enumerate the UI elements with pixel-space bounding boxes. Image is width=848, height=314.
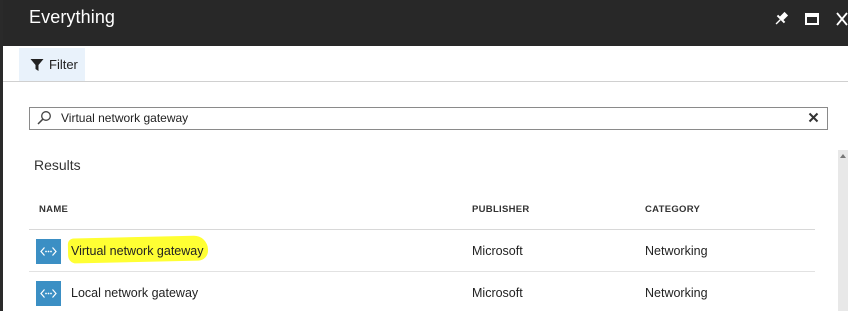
table-row-local-network-gateway[interactable]: Local network gateway Microsoft Networki… <box>29 272 815 314</box>
results-heading: Results <box>34 157 81 173</box>
blade-title: Everything <box>29 7 116 27</box>
filter-button[interactable]: Filter <box>19 48 85 81</box>
search-box <box>29 107 828 130</box>
row-category: Networking <box>645 286 708 300</box>
maximize-icon[interactable] <box>802 9 822 29</box>
row-publisher: Microsoft <box>472 286 523 300</box>
search-input[interactable] <box>61 109 801 127</box>
table-row-virtual-network-gateway[interactable]: Virtual network gateway Microsoft Networ… <box>29 230 815 272</box>
pin-icon[interactable] <box>771 9 791 29</box>
filter-label: Filter <box>49 57 78 72</box>
row-name[interactable]: Virtual network gateway <box>71 244 203 258</box>
row-name[interactable]: Local network gateway <box>71 286 198 300</box>
command-bar: Filter <box>3 46 848 82</box>
filter-icon <box>30 58 44 71</box>
row-publisher: Microsoft <box>472 244 523 258</box>
blade-titlebar: Everything <box>3 0 848 46</box>
column-header-publisher[interactable]: PUBLISHER <box>472 204 530 215</box>
network-gateway-icon <box>36 281 61 306</box>
network-gateway-icon <box>36 239 61 264</box>
scroll-up-icon[interactable] <box>839 152 847 160</box>
scrollbar[interactable] <box>838 150 848 311</box>
clear-icon[interactable] <box>808 112 819 123</box>
search-icon <box>37 111 51 125</box>
close-icon[interactable] <box>832 9 848 29</box>
row-category: Networking <box>645 244 708 258</box>
column-header-name[interactable]: NAME <box>39 204 68 215</box>
column-header-category[interactable]: CATEGORY <box>645 204 700 215</box>
